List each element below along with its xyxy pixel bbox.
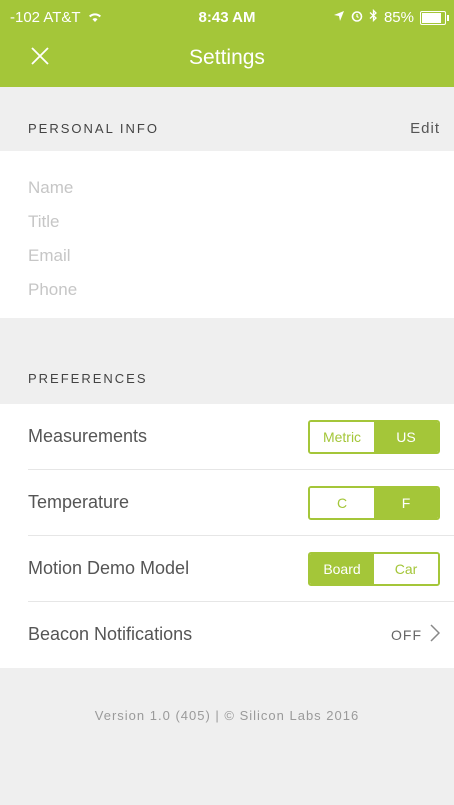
measurements-label: Measurements	[28, 426, 148, 446]
temperature-row: Temperature C F	[0, 470, 454, 536]
celsius-option[interactable]: C	[310, 488, 374, 518]
page-title: Settings	[189, 46, 265, 69]
alarm-icon	[351, 9, 363, 26]
email-field[interactable]: Email	[28, 246, 71, 266]
board-option[interactable]: Board	[310, 554, 374, 584]
us-option[interactable]: US	[374, 422, 438, 452]
beacon-notifications-value[interactable]: OFF	[391, 624, 441, 645]
beacon-status: OFF	[391, 626, 422, 643]
metric-option[interactable]: Metric	[310, 422, 374, 452]
status-indicators: 85%	[333, 8, 449, 26]
car-option[interactable]: Car	[374, 554, 438, 584]
chevron-right-icon	[430, 624, 441, 645]
personal-info-label: PERSONAL INFO	[28, 121, 159, 136]
version-footer: Version 1.0 (405) | © Silicon Labs 2016	[94, 708, 360, 723]
motion-demo-row: Motion Demo Model Board Car	[0, 536, 454, 602]
personal-info-header: PERSONAL INFO Edit	[0, 87, 454, 151]
temperature-toggle: C F	[308, 486, 440, 520]
name-field[interactable]: Name	[28, 178, 73, 198]
status-bar: -102 AT&T 8:43 AM 85%	[0, 0, 454, 34]
measurements-toggle: Metric US	[308, 420, 440, 454]
phone-field[interactable]: Phone	[28, 280, 77, 300]
preferences-label: PREFERENCES	[28, 371, 148, 386]
location-arrow-icon	[333, 9, 345, 26]
temperature-label: Temperature	[28, 492, 130, 512]
motion-demo-label: Motion Demo Model	[28, 558, 190, 578]
navigation-bar: -102 AT&T 8:43 AM 85% Settings	[0, 0, 454, 87]
edit-button[interactable]: Edit	[410, 120, 440, 137]
beacon-notifications-label: Beacon Notifications	[28, 624, 193, 644]
measurements-row: Measurements Metric US	[0, 404, 454, 470]
title-field[interactable]: Title	[28, 212, 60, 232]
bluetooth-icon	[369, 8, 378, 26]
battery-icon	[420, 10, 449, 25]
preferences-header: PREFERENCES	[0, 318, 454, 404]
motion-demo-toggle: Board Car	[308, 552, 440, 586]
personal-info-card: Name Title Email Phone	[0, 151, 454, 318]
fahrenheit-option[interactable]: F	[374, 488, 438, 518]
battery-percent: 85%	[383, 9, 414, 26]
beacon-notifications-row[interactable]: Beacon Notifications OFF	[0, 602, 454, 668]
